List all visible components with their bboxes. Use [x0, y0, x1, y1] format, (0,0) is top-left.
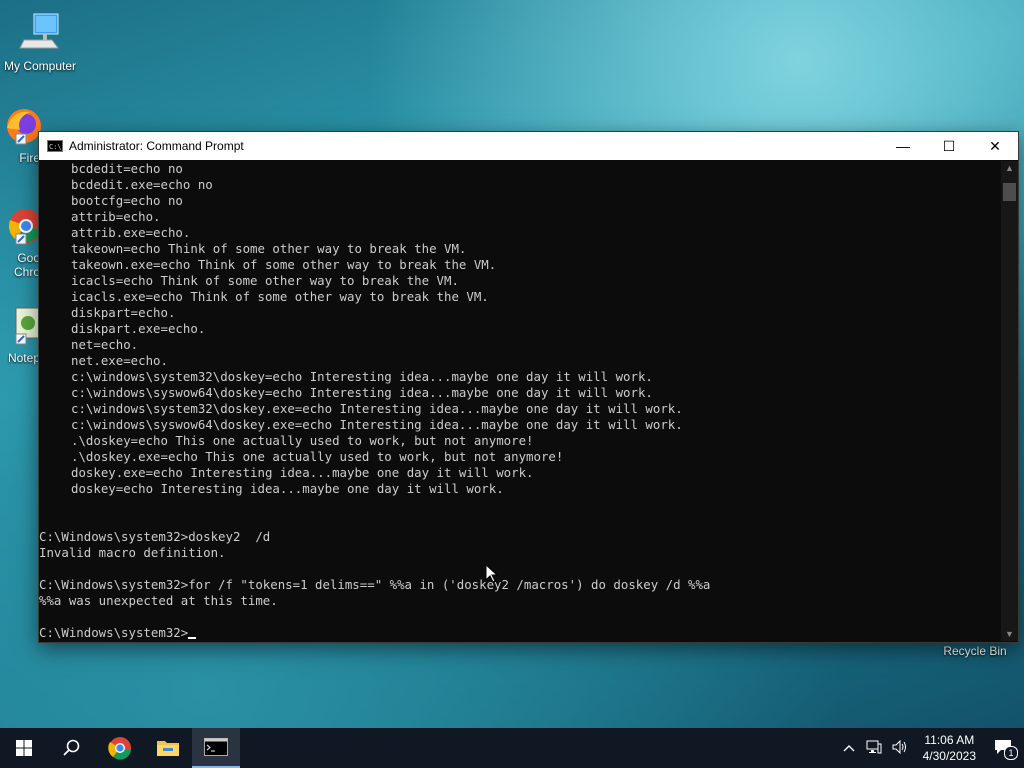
taskbar-file-explorer[interactable] — [144, 728, 192, 768]
chrome-icon — [108, 737, 131, 760]
scroll-down-icon[interactable]: ▼ — [1001, 629, 1018, 639]
minimize-button[interactable]: — — [880, 132, 926, 160]
vertical-scrollbar[interactable]: ▲ ▼ — [1001, 161, 1018, 641]
taskbar-command-prompt[interactable] — [192, 728, 240, 768]
console-line: attrib=echo. — [71, 209, 161, 224]
search-button[interactable] — [48, 728, 96, 768]
notification-count-badge: 1 — [1004, 745, 1018, 760]
console-line: bootcfg=echo no — [71, 193, 183, 208]
console-line: c:\windows\syswow64\doskey.exe=echo Inte… — [71, 417, 683, 432]
cmd-icon — [204, 738, 228, 756]
taskbar-chrome[interactable] — [96, 728, 144, 768]
chevron-up-icon[interactable] — [837, 741, 861, 755]
console-line: takeown.exe=echo Think of some other way… — [71, 257, 497, 272]
desktop-icon-my-computer[interactable]: My Computer — [0, 10, 80, 73]
desktop-icon-label: My Computer — [3, 59, 77, 73]
console-line: .\doskey=echo This one actually used to … — [71, 433, 534, 448]
console-line: c:\windows\system32\doskey.exe=echo Inte… — [71, 401, 683, 416]
text-cursor — [188, 637, 197, 639]
taskbar: 11:06 AM 4/30/2023 1 — [0, 728, 1024, 768]
console-line: C:\Windows\system32>doskey2 /d — [39, 529, 271, 544]
mouse-pointer-icon — [486, 565, 498, 583]
console-line: c:\windows\system32\doskey=echo Interest… — [71, 369, 653, 384]
console-line: %%a was unexpected at this time. — [39, 593, 278, 608]
console-line: bcdedit=echo no — [71, 161, 183, 176]
folder-icon — [157, 741, 179, 756]
network-icon[interactable] — [861, 740, 887, 757]
window-title: Administrator: Command Prompt — [69, 139, 244, 153]
console-line: takeown=echo Think of some other way to … — [71, 241, 467, 256]
console-line: doskey.exe=echo Interesting idea...maybe… — [71, 465, 534, 480]
console-prompt: C:\Windows\system32> — [39, 625, 189, 640]
scrollbar-thumb[interactable] — [1003, 183, 1016, 201]
scroll-up-icon[interactable]: ▲ — [1001, 163, 1018, 173]
console-line: icacls.exe=echo Think of some other way … — [71, 289, 489, 304]
command-prompt-window[interactable]: C:\_ Administrator: Command Prompt — ☐ ✕… — [38, 131, 1019, 643]
windows-icon — [16, 740, 32, 756]
console-line: attrib.exe=echo. — [71, 225, 191, 240]
system-tray: 11:06 AM 4/30/2023 1 — [837, 728, 1024, 768]
notification-button[interactable]: 1 — [986, 739, 1024, 760]
volume-icon[interactable] — [887, 739, 913, 757]
console-line: doskey=echo Interesting idea...maybe one… — [71, 481, 504, 496]
console-line: diskpart.exe=echo. — [71, 321, 206, 336]
console-line: icacls=echo Think of some other way to b… — [71, 273, 459, 288]
clock[interactable]: 11:06 AM 4/30/2023 — [913, 732, 986, 764]
cmd-icon: C:\_ — [47, 140, 66, 152]
console-prompt-line: C:\Windows\system32> — [39, 625, 999, 641]
computer-icon — [0, 10, 80, 57]
console-line: .\doskey.exe=echo This one actually used… — [71, 449, 564, 464]
title-bar[interactable]: C:\_ Administrator: Command Prompt — ☐ ✕ — [39, 132, 1018, 160]
desktop-icon-label: Recycle Bin — [943, 644, 1007, 658]
console-line: diskpart=echo. — [71, 305, 176, 320]
start-button[interactable] — [0, 728, 48, 768]
console-line: net=echo. — [71, 337, 139, 352]
maximize-button[interactable]: ☐ — [926, 132, 972, 160]
console-line: net.exe=echo. — [71, 353, 168, 368]
console-line: Invalid macro definition. — [39, 545, 226, 560]
search-icon — [63, 739, 80, 756]
console-output[interactable]: bcdedit=echo no bcdedit.exe=echo no bootcf… — [39, 161, 999, 641]
clock-date: 4/30/2023 — [922, 749, 976, 763]
close-button[interactable]: ✕ — [972, 132, 1018, 160]
console-line: C:\Windows\system32>for /f "tokens=1 del… — [39, 577, 711, 592]
console-line: bcdedit.exe=echo no — [71, 177, 213, 192]
clock-time: 11:06 AM — [924, 733, 975, 747]
console-line: c:\windows\syswow64\doskey=echo Interest… — [71, 385, 653, 400]
